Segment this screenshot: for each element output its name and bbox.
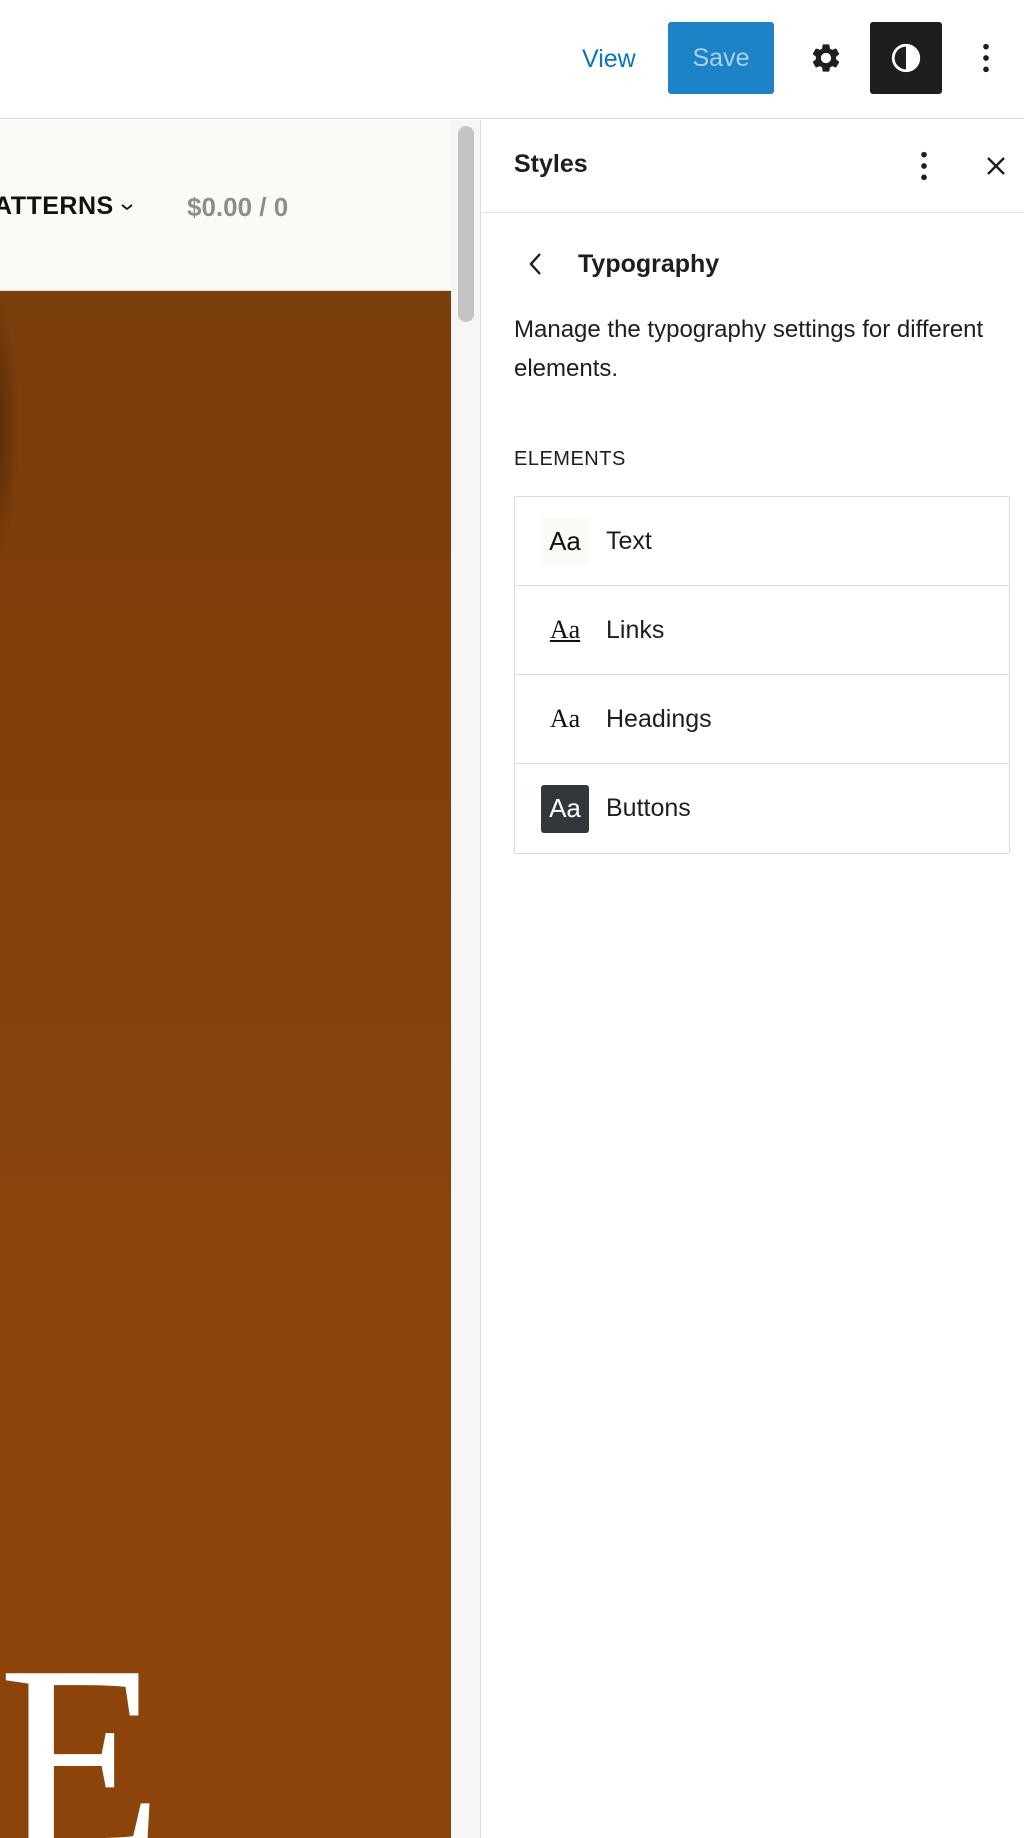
editor-toolbar: View Save — [0, 0, 1024, 119]
element-label: Headings — [606, 704, 712, 733]
canvas-scrollbar-thumb[interactable] — [458, 126, 474, 322]
text-preview-icon: Aa — [541, 517, 589, 565]
styles-toggle-button[interactable] — [870, 22, 942, 94]
links-preview-icon: Aa — [549, 615, 581, 644]
vertical-ellipsis-icon — [983, 43, 989, 73]
hero-cover-image[interactable] — [0, 290, 451, 1838]
canvas-scrollbar-track[interactable] — [451, 120, 481, 1838]
nav-item-label: ATTERNS — [0, 192, 114, 220]
nav-item-patterns[interactable]: ATTERNS — [0, 192, 134, 221]
element-label: Text — [606, 526, 652, 555]
typography-description: Manage the typography settings for diffe… — [514, 316, 984, 382]
elements-section-label: ELEMENTS — [514, 448, 626, 470]
typography-elements-list: Aa Text Aa Links Aa Headings Aa Buttons — [514, 496, 1010, 854]
half-circle-contrast-icon — [891, 43, 921, 73]
typography-nav-row: Typography — [514, 240, 719, 288]
options-menu-button[interactable] — [964, 30, 1008, 86]
styles-panel: Styles Typography Manage the typography … — [482, 120, 1024, 1838]
gear-icon — [812, 44, 840, 72]
view-button[interactable]: View — [570, 36, 648, 82]
element-label: Buttons — [606, 794, 691, 822]
panel-more-button[interactable] — [902, 142, 946, 190]
mini-cart[interactable]: $0.00 / 0 — [187, 192, 288, 223]
editor-canvas[interactable]: ATTERNS $0.00 / 0 E — [0, 120, 451, 1838]
back-button[interactable] — [514, 242, 558, 286]
panel-header: Styles — [482, 120, 1024, 213]
close-icon — [987, 157, 1005, 175]
panel-title: Styles — [514, 150, 588, 178]
headings-preview-icon: Aa — [549, 704, 581, 733]
vertical-ellipsis-icon — [921, 151, 927, 181]
save-button[interactable]: Save — [668, 22, 774, 94]
site-navigation: ATTERNS $0.00 / 0 — [0, 120, 451, 290]
screen-title: Typography — [578, 249, 720, 278]
chevron-down-icon — [121, 203, 133, 210]
element-label: Links — [606, 615, 665, 644]
element-item-text[interactable]: Aa Text — [515, 497, 1009, 586]
element-item-links[interactable]: Aa Links — [515, 586, 1009, 675]
hero-heading-letter: E — [0, 1610, 163, 1838]
panel-close-button[interactable] — [974, 144, 1018, 188]
settings-button[interactable] — [800, 28, 852, 88]
element-item-headings[interactable]: Aa Headings — [515, 675, 1009, 764]
element-item-buttons[interactable]: Aa Buttons — [515, 764, 1009, 853]
buttons-preview-icon: Aa — [541, 784, 589, 833]
chevron-left-icon — [529, 253, 541, 275]
